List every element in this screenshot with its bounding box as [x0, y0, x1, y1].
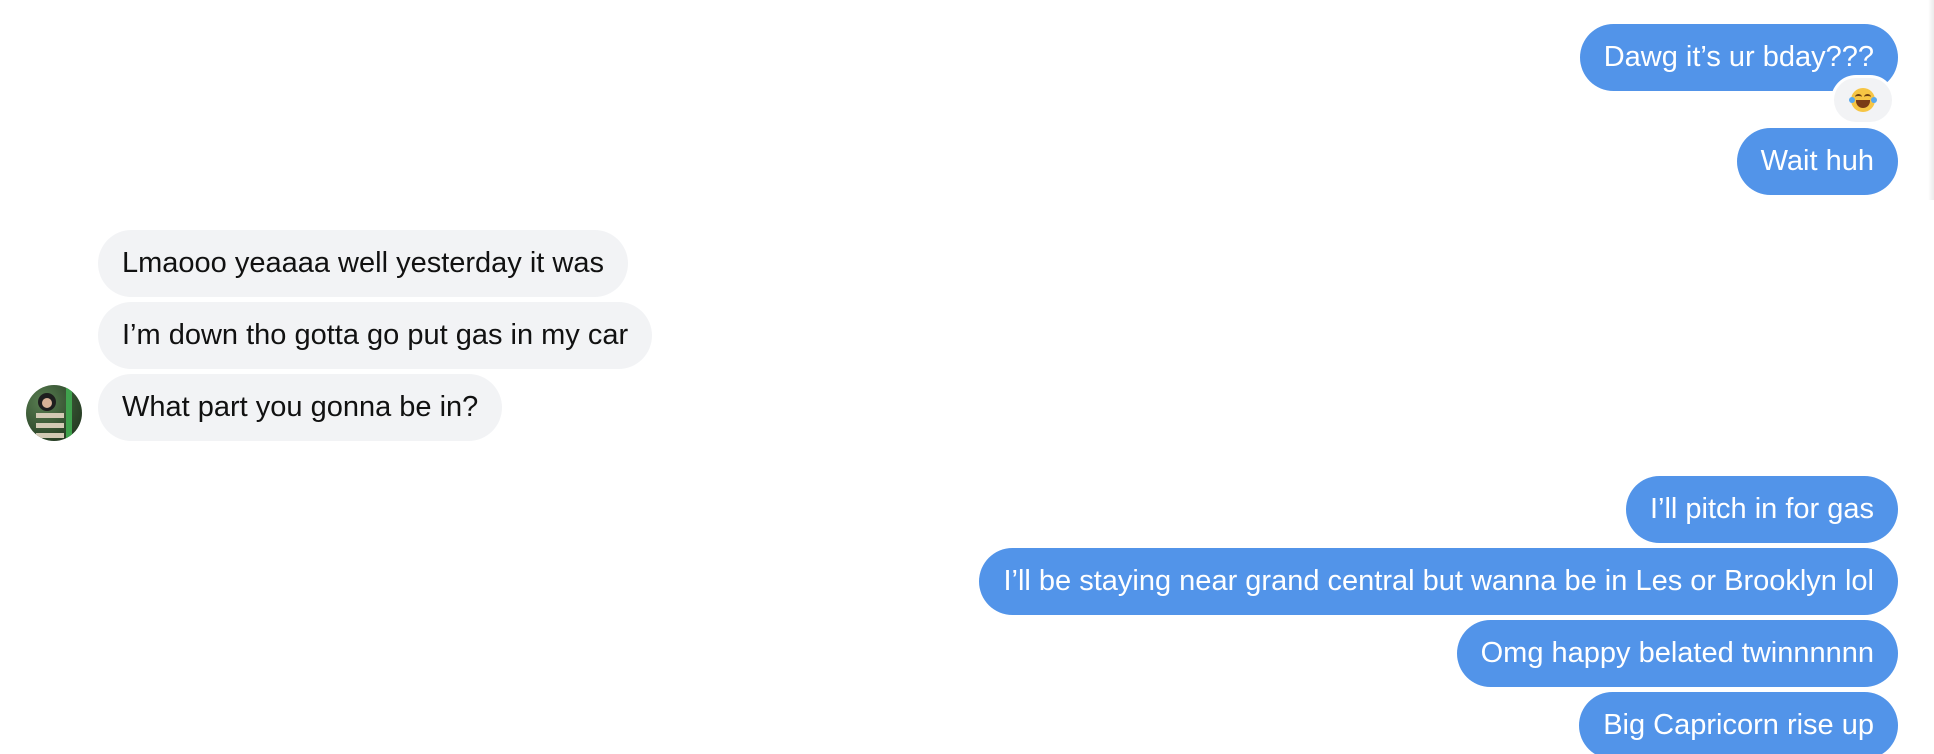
message-bubble-sent[interactable]: Big Capricorn rise up	[1579, 692, 1898, 754]
message-bubble-received[interactable]: Lmaooo yeaaaa well yesterday it was	[98, 230, 628, 297]
contact-avatar[interactable]	[26, 385, 82, 441]
message-bubble-received[interactable]: What part you gonna be in?	[98, 374, 503, 441]
reaction-badge[interactable]	[1834, 78, 1892, 122]
message-thread: Dawg it’s ur bday??? Wait huh Lmaooo yea…	[0, 0, 1934, 754]
message-bubble-received[interactable]: I’m down tho gotta go put gas in my car	[98, 302, 653, 369]
message-bubble-sent[interactable]: I’ll pitch in for gas	[1625, 476, 1898, 543]
laughing-tears-emoji-icon	[1849, 88, 1877, 112]
message-bubble-sent[interactable]: I’ll be staying near grand central but w…	[979, 548, 1898, 615]
scroll-edge-shadow	[1928, 0, 1934, 200]
message-bubble-sent[interactable]: Wait huh	[1736, 128, 1898, 195]
message-bubble-sent[interactable]: Omg happy belated twinnnnnn	[1456, 620, 1898, 687]
